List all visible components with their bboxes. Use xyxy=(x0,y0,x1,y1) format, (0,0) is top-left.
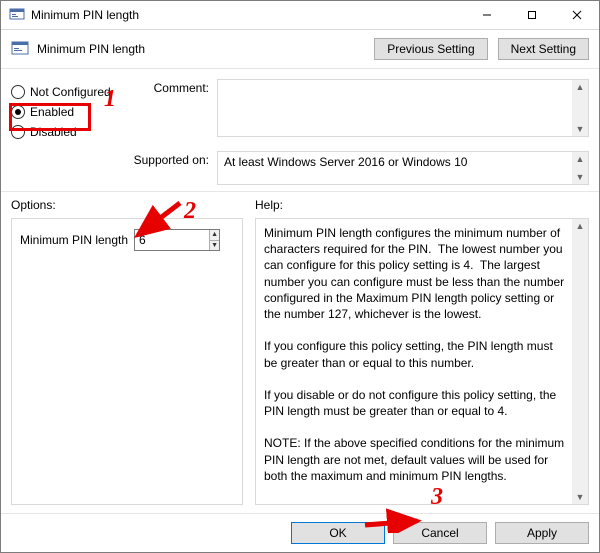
header-right: Previous Setting Next Setting xyxy=(374,38,589,60)
titlebar-left: Minimum PIN length xyxy=(1,7,139,23)
state-column: Not Configured Enabled Disabled xyxy=(11,79,123,145)
lower-section: Options: Minimum PIN length ▲ ▼ Help: xyxy=(1,192,599,513)
scroll-down-icon: ▼ xyxy=(576,170,585,184)
scrollbar[interactable]: ▲ ▼ xyxy=(572,80,588,136)
policy-editor-window: Minimum PIN length xyxy=(0,0,600,553)
options-label: Options: xyxy=(11,198,243,212)
comment-label: Comment: xyxy=(131,79,209,95)
header: Minimum PIN length Previous Setting Next… xyxy=(1,30,599,69)
maximize-button[interactable] xyxy=(509,1,554,29)
titlebar: Minimum PIN length xyxy=(1,1,599,30)
cancel-button[interactable]: Cancel xyxy=(393,522,487,544)
scrollbar[interactable]: ▲ ▼ xyxy=(572,152,588,184)
radio-label: Not Configured xyxy=(30,85,111,99)
spin-down-button[interactable]: ▼ xyxy=(210,241,219,251)
help-column: Help: Minimum PIN length configures the … xyxy=(255,198,589,505)
radio-icon xyxy=(11,125,25,139)
setting-icon xyxy=(11,39,29,60)
header-left: Minimum PIN length xyxy=(11,39,145,60)
close-button[interactable] xyxy=(554,1,599,29)
previous-setting-button[interactable]: Previous Setting xyxy=(374,38,487,60)
scroll-down-icon: ▼ xyxy=(576,490,585,504)
comment-row: Not Configured Enabled Disabled Comment:… xyxy=(11,79,589,145)
supported-on-value: At least Windows Server 2016 or Windows … xyxy=(224,155,467,169)
help-label: Help: xyxy=(255,198,589,212)
option-field-label: Minimum PIN length xyxy=(20,233,128,247)
ok-button[interactable]: OK xyxy=(291,522,385,544)
min-pin-length-stepper[interactable]: ▲ ▼ xyxy=(134,229,220,251)
titlebar-controls xyxy=(464,1,599,29)
radio-enabled[interactable]: Enabled xyxy=(11,105,123,119)
radio-disabled[interactable]: Disabled xyxy=(11,125,123,139)
radio-not-configured[interactable]: Not Configured xyxy=(11,85,123,99)
supported-on-box: At least Windows Server 2016 or Windows … xyxy=(217,151,589,185)
radio-label: Disabled xyxy=(30,125,77,139)
scroll-up-icon: ▲ xyxy=(576,219,585,233)
spinner: ▲ ▼ xyxy=(209,230,219,250)
radio-label: Enabled xyxy=(30,105,74,119)
help-box: Minimum PIN length configures the minimu… xyxy=(255,218,589,505)
options-box: Minimum PIN length ▲ ▼ xyxy=(11,218,243,505)
setting-name: Minimum PIN length xyxy=(37,42,145,56)
window-title: Minimum PIN length xyxy=(31,8,139,22)
scroll-down-icon: ▼ xyxy=(576,122,585,136)
help-text: Minimum PIN length configures the minimu… xyxy=(264,226,568,483)
policy-icon xyxy=(9,7,25,23)
minimize-button[interactable] xyxy=(464,1,509,29)
scrollbar[interactable]: ▲ ▼ xyxy=(572,219,588,504)
spin-up-button[interactable]: ▲ xyxy=(210,230,219,241)
supported-label: Supported on: xyxy=(131,151,209,167)
middle-section: Not Configured Enabled Disabled Comment:… xyxy=(1,69,599,192)
scroll-up-icon: ▲ xyxy=(576,80,585,94)
radio-icon xyxy=(11,85,25,99)
options-column: Options: Minimum PIN length ▲ ▼ xyxy=(11,198,243,505)
supported-row: Supported on: At least Windows Server 20… xyxy=(11,151,589,185)
comment-textarea[interactable]: ▲ ▼ xyxy=(217,79,589,137)
next-setting-button[interactable]: Next Setting xyxy=(498,38,589,60)
radio-icon xyxy=(11,105,25,119)
apply-button[interactable]: Apply xyxy=(495,522,589,544)
scroll-up-icon: ▲ xyxy=(576,152,585,166)
footer: OK Cancel Apply xyxy=(1,513,599,552)
min-pin-length-input[interactable] xyxy=(135,230,209,250)
option-row-min-pin: Minimum PIN length ▲ ▼ xyxy=(20,229,234,251)
